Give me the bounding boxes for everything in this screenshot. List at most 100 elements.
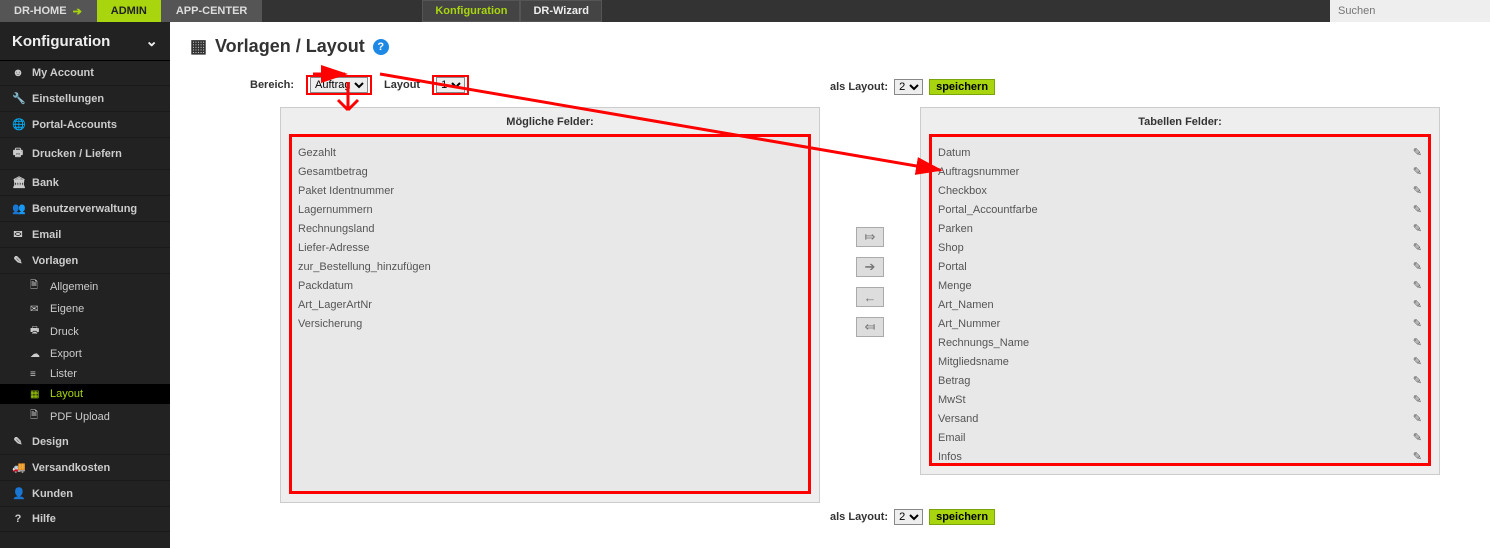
table-field[interactable]: Portal_Accountfarbe✎ [938, 200, 1422, 219]
sidebar-subitem[interactable]: ✉Eigene [0, 299, 170, 319]
subtab-dr-wizard[interactable]: DR-Wizard [520, 0, 602, 22]
grid-icon: ▦ [190, 36, 207, 57]
sidebar-item[interactable]: ?Hilfe [0, 507, 170, 532]
sidebar-icon: 🖶 [30, 323, 42, 340]
sidebar-subitem[interactable]: ≡Lister [0, 364, 170, 384]
edit-icon[interactable]: ✎ [1413, 317, 1422, 330]
available-fields-box[interactable]: GezahltGesamtbetragPaket IdentnummerLage… [289, 134, 811, 494]
table-field[interactable]: MwSt✎ [938, 390, 1422, 409]
transfer-arrows: ⤇ ➔ ← ⤆ [840, 227, 900, 337]
table-field[interactable]: Checkbox✎ [938, 181, 1422, 200]
sidebar-item[interactable]: 🌐Portal-Accounts [0, 112, 170, 138]
tab-app-center[interactable]: APP-CENTER [162, 0, 263, 22]
edit-icon[interactable]: ✎ [1413, 146, 1422, 159]
edit-icon[interactable]: ✎ [1413, 298, 1422, 311]
available-field[interactable]: Art_LagerArtNr [298, 295, 802, 314]
sidebar-subitem[interactable]: 🗎Allgemein [0, 274, 170, 299]
edit-icon[interactable]: ✎ [1413, 412, 1422, 425]
table-field[interactable]: Mitgliedsname✎ [938, 352, 1422, 371]
als-layout-label-bottom: als Layout: [830, 511, 888, 523]
sidebar-item[interactable]: 🔧Einstellungen [0, 86, 170, 112]
save-button-top[interactable]: speichern [929, 79, 995, 95]
table-field[interactable]: Shop✎ [938, 238, 1422, 257]
sidebar-icon: ☻ [12, 67, 24, 79]
available-field[interactable]: Packdatum [298, 276, 802, 295]
edit-icon[interactable]: ✎ [1413, 203, 1422, 216]
edit-icon[interactable]: ✎ [1413, 184, 1422, 197]
sidebar-title[interactable]: Konfiguration ⌄ [0, 22, 170, 61]
sidebar-icon: 👤 [12, 487, 24, 500]
table-field[interactable]: Art_Namen✎ [938, 295, 1422, 314]
sidebar-item[interactable]: 👥Benutzerverwaltung [0, 196, 170, 222]
save-button-bottom[interactable]: speichern [929, 509, 995, 525]
sidebar-item[interactable]: ✉Email [0, 222, 170, 248]
tab-dr-home[interactable]: DR-HOME ➔ [0, 0, 97, 22]
edit-icon[interactable]: ✎ [1413, 279, 1422, 292]
available-field[interactable]: Rechnungsland [298, 219, 802, 238]
sidebar-subitem[interactable]: ▦Layout [0, 384, 170, 404]
edit-icon[interactable]: ✎ [1413, 336, 1422, 349]
edit-icon[interactable]: ✎ [1413, 222, 1422, 235]
sidebar-item[interactable]: 👤Kunden [0, 481, 170, 507]
table-field[interactable]: Datum✎ [938, 143, 1422, 162]
table-field[interactable]: Menge✎ [938, 276, 1422, 295]
bereich-select[interactable]: Auftrag [310, 77, 368, 93]
help-icon[interactable]: ? [373, 39, 389, 55]
main-content: ▦ Vorlagen / Layout ? Bereich: Auftrag L… [170, 22, 1490, 548]
edit-icon[interactable]: ✎ [1413, 393, 1422, 406]
sidebar-item[interactable]: 🏛Bank [0, 170, 170, 196]
sidebar-icon: 🖶 [12, 144, 24, 163]
available-field[interactable]: Paket Identnummer [298, 181, 802, 200]
sidebar-item[interactable]: ✎Design [0, 429, 170, 455]
table-fields-box[interactable]: Datum✎Auftragsnummer✎Checkbox✎Portal_Acc… [929, 134, 1431, 466]
subtab-konfiguration[interactable]: Konfiguration [422, 0, 520, 22]
edit-icon[interactable]: ✎ [1413, 165, 1422, 178]
table-field[interactable]: Art_Nummer✎ [938, 314, 1422, 333]
sidebar-subitem[interactable]: 🗎PDF Upload [0, 404, 170, 429]
sidebar-icon: ✉ [30, 304, 42, 315]
move-left-button[interactable]: ← [856, 287, 884, 307]
available-field[interactable]: Versicherung [298, 314, 802, 333]
layout-label: Layout [384, 79, 420, 91]
table-field[interactable]: Betrag✎ [938, 371, 1422, 390]
move-right-all-button[interactable]: ⤇ [856, 227, 884, 247]
topbar: DR-HOME ➔ ADMIN APP-CENTER Konfiguration… [0, 0, 1490, 22]
sidebar-subitem[interactable]: ☁Export [0, 344, 170, 364]
sidebar-icon: ≡ [30, 369, 42, 380]
controls: Bereich: Auftrag Layout 1 [250, 75, 469, 95]
panel-table-title: Tabellen Felder: [929, 116, 1431, 128]
sidebar-item[interactable]: 🖶Drucken / Liefern [0, 138, 170, 170]
edit-icon[interactable]: ✎ [1413, 355, 1422, 368]
als-layout-select-bottom[interactable]: 2 [894, 509, 923, 525]
edit-icon[interactable]: ✎ [1413, 374, 1422, 387]
als-layout-label: als Layout: [830, 81, 888, 93]
available-field[interactable]: zur_Bestellung_hinzufügen [298, 257, 802, 276]
available-field[interactable]: Gesamtbetrag [298, 162, 802, 181]
move-left-all-button[interactable]: ⤆ [856, 317, 884, 337]
table-field[interactable]: Parken✎ [938, 219, 1422, 238]
tab-admin[interactable]: ADMIN [97, 0, 162, 22]
search-input[interactable] [1330, 0, 1490, 22]
sidebar-icon: ▦ [30, 389, 42, 400]
sidebar-item-vorlagen[interactable]: ✎ Vorlagen [0, 248, 170, 274]
table-field[interactable]: Portal✎ [938, 257, 1422, 276]
table-field[interactable]: Auftragsnummer✎ [938, 162, 1422, 181]
sidebar-subitem[interactable]: 🖶Druck [0, 319, 170, 344]
layout-select[interactable]: 1 [436, 77, 465, 93]
bereich-label: Bereich: [250, 79, 294, 91]
available-field[interactable]: Liefer-Adresse [298, 238, 802, 257]
sidebar-item[interactable]: ☻My Account [0, 61, 170, 86]
available-field[interactable]: Gezahlt [298, 143, 802, 162]
available-field[interactable]: Lagernummern [298, 200, 802, 219]
table-field[interactable]: Versand✎ [938, 409, 1422, 428]
edit-icon[interactable]: ✎ [1413, 431, 1422, 444]
sidebar-item[interactable]: 🚚Versandkosten [0, 455, 170, 481]
table-field[interactable]: Rechnungs_Name✎ [938, 333, 1422, 352]
edit-icon[interactable]: ✎ [1413, 260, 1422, 273]
edit-icon[interactable]: ✎ [1413, 241, 1422, 254]
edit-icon[interactable]: ✎ [1413, 450, 1422, 463]
table-field[interactable]: Email✎ [938, 428, 1422, 447]
als-layout-select[interactable]: 2 [894, 79, 923, 95]
table-field[interactable]: Infos✎ [938, 447, 1422, 466]
move-right-button[interactable]: ➔ [856, 257, 884, 277]
